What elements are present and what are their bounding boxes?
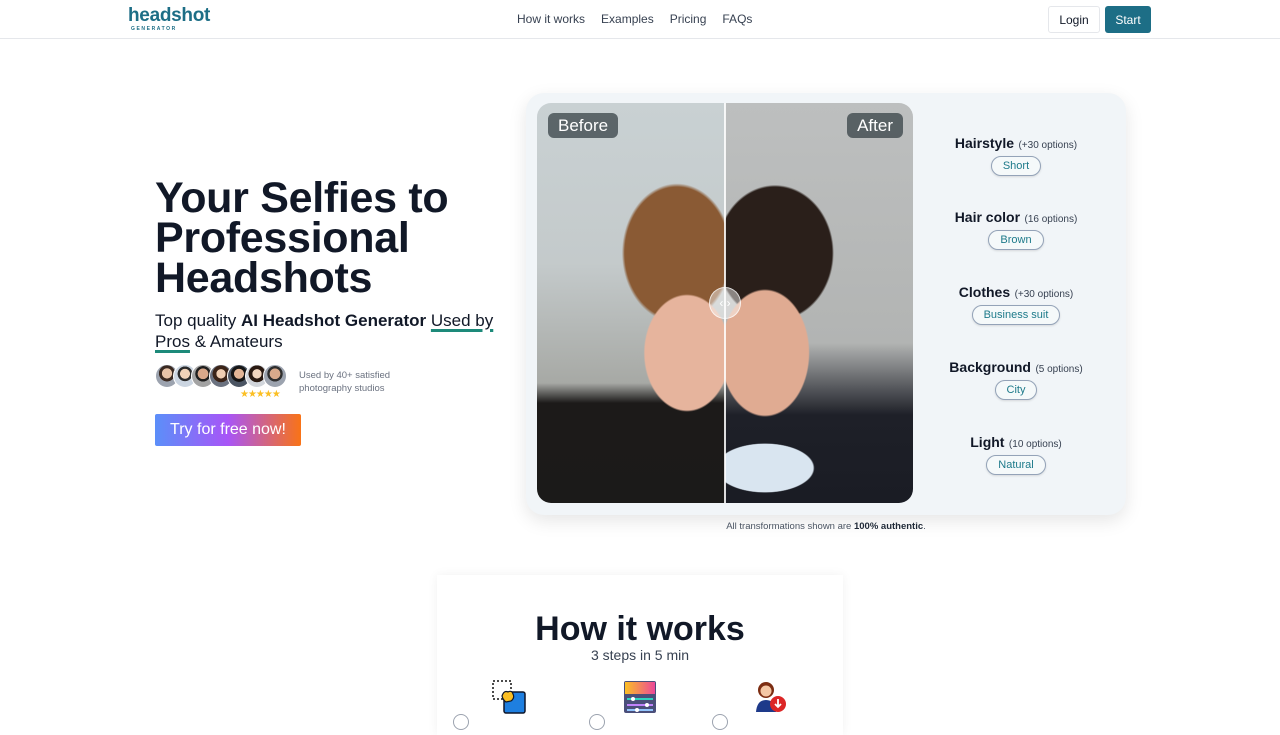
option-count: (16 options): [1024, 214, 1078, 225]
option-label: Background: [949, 359, 1031, 375]
option-background: Background (5 options) City: [925, 359, 1107, 400]
option-hairstyle: Hairstyle (+30 options) Short: [925, 135, 1107, 176]
option-label: Light: [970, 434, 1005, 450]
nav-link-pricing[interactable]: Pricing: [670, 12, 707, 26]
option-hair-color: Hair color (16 options) Brown: [925, 209, 1107, 250]
option-value-pill[interactable]: City: [994, 380, 1038, 400]
option-count: (+30 options): [1018, 140, 1078, 151]
logo[interactable]: headshot GENERATOR: [128, 5, 211, 33]
subtitle-prefix: Top quality: [155, 311, 241, 330]
option-count: (10 options): [1008, 439, 1062, 450]
subtitle-underlined-used-by: Used by: [430, 311, 494, 330]
customer-avatars: [155, 364, 287, 388]
try-free-button[interactable]: Try for free now!: [155, 414, 301, 446]
authentic-bold: 100% authentic: [853, 521, 924, 532]
option-label: Hair color: [954, 209, 1021, 225]
subtitle-bold: AI Headshot Generator: [241, 311, 427, 330]
hero-title: Your Selfies to Professional Headshots: [155, 174, 449, 302]
before-image: [537, 103, 725, 503]
social-proof-text: Used by 40+ satisfied photography studio…: [299, 370, 391, 394]
option-value-pill[interactable]: Short: [990, 156, 1042, 176]
login-button[interactable]: Login: [1048, 6, 1100, 33]
option-count: (5 options): [1035, 364, 1083, 375]
subtitle-underlined-pros: Pros: [155, 332, 190, 351]
option-label: Clothes: [958, 284, 1011, 300]
start-button[interactable]: Start: [1105, 6, 1151, 33]
nav-links: How it works Examples Pricing FAQs: [517, 12, 752, 26]
how-it-works-title: How it works: [535, 610, 745, 648]
option-value-pill[interactable]: Brown: [988, 230, 1044, 250]
step-1-radio[interactable]: [453, 714, 469, 730]
before-label: Before: [548, 113, 619, 138]
subtitle-suffix: & Amateurs: [189, 332, 283, 351]
after-image: [725, 103, 913, 503]
customize-sliders-icon: [624, 681, 656, 713]
nav-link-how-it-works[interactable]: How it works: [517, 12, 585, 26]
authenticity-note: All transformations shown are 100% authe…: [526, 521, 1126, 532]
logo-tagline: GENERATOR: [131, 26, 177, 32]
select-photo-icon: [492, 680, 526, 714]
step-3-radio[interactable]: [712, 714, 728, 730]
rating-stars-icon: ★★★★★: [240, 389, 281, 400]
authentic-prefix: All transformations shown are: [726, 521, 854, 532]
download-headshot-icon: [756, 682, 786, 712]
avatar: [263, 364, 287, 388]
option-light: Light (10 options) Natural: [925, 434, 1107, 475]
step-2-radio[interactable]: [589, 714, 605, 730]
before-after-slider[interactable]: ‹ › Before After: [537, 103, 913, 503]
option-count: (+30 options): [1014, 289, 1074, 300]
top-nav: headshot GENERATOR How it works Examples…: [0, 0, 1280, 39]
slider-handle-icon[interactable]: ‹ ›: [709, 287, 741, 319]
after-label: After: [847, 113, 903, 138]
option-label: Hairstyle: [954, 135, 1015, 151]
authentic-suffix: .: [923, 521, 926, 532]
hero-subtitle: Top quality AI Headshot Generator Used b…: [155, 310, 500, 352]
how-it-works-subtitle: 3 steps in 5 min: [590, 647, 690, 663]
logo-wordmark: headshot: [128, 5, 211, 26]
option-value-pill[interactable]: Natural: [986, 455, 1046, 475]
option-clothes: Clothes (+30 options) Business suit: [925, 284, 1107, 325]
nav-link-examples[interactable]: Examples: [601, 12, 654, 26]
option-value-pill[interactable]: Business suit: [971, 305, 1061, 325]
nav-link-faqs[interactable]: FAQs: [722, 12, 752, 26]
